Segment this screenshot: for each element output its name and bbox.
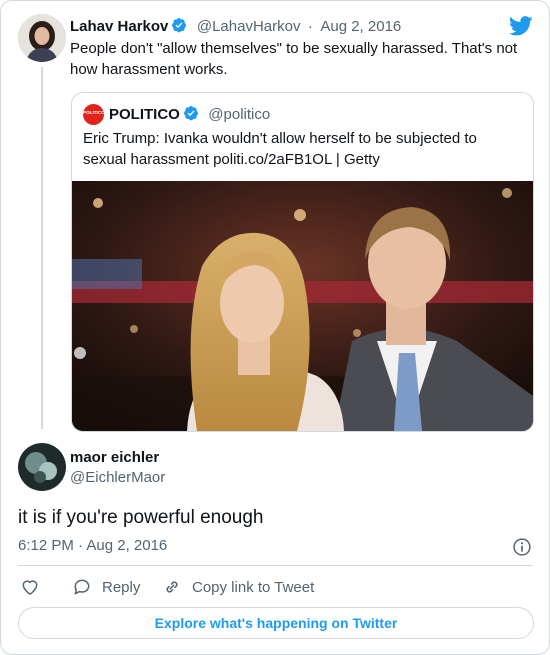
verified-badge-icon <box>183 106 198 121</box>
thread-connector <box>41 67 43 429</box>
twitter-bird-icon[interactable] <box>509 15 533 37</box>
reply-label: Reply <box>102 578 141 596</box>
heart-icon <box>22 580 38 595</box>
quoted-tweet-photo[interactable] <box>72 181 533 431</box>
author-handle[interactable]: @LahavHarkov <box>197 18 301 35</box>
tweet-embed-card: Lahav Harkov @LahavHarkov · Aug 2, 2016 … <box>0 0 550 655</box>
tweet-date[interactable]: Aug 2, 2016 <box>320 18 401 35</box>
quoted-header: POLITICO @politico <box>109 105 270 124</box>
reply-tweet-text: it is if you're powerful enough <box>18 507 264 528</box>
reply-author-handle[interactable]: @EichlerMaor <box>70 469 165 486</box>
quoted-tweet-text: Eric Trump: Ivanka wouldn't allow hersel… <box>83 130 477 168</box>
avatar[interactable] <box>18 14 66 62</box>
copy-link-action[interactable]: Copy link to Tweet <box>162 576 314 598</box>
quoted-author-name: POLITICO <box>109 106 180 123</box>
info-icon[interactable] <box>512 537 532 557</box>
reply-icon <box>74 579 90 595</box>
quoted-tweet[interactable]: POLITICO POLITICO @politico Eric Trump: … <box>71 92 534 432</box>
divider <box>18 565 533 566</box>
quoted-author-handle: @politico <box>208 106 271 123</box>
verified-badge-icon <box>172 18 187 33</box>
tweet-timestamp[interactable]: 6:12 PM · Aug 2, 2016 <box>18 537 167 554</box>
copy-link-label: Copy link to Tweet <box>192 578 315 596</box>
separator: · <box>307 18 313 35</box>
politico-logo: POLITICO <box>83 104 104 125</box>
parent-header: Lahav Harkov @LahavHarkov · Aug 2, 2016 <box>70 17 401 36</box>
tweet-text: People don't "allow themselves" to be se… <box>70 40 518 78</box>
reply-action[interactable]: Reply <box>72 576 140 598</box>
copy-link-icon <box>166 581 178 593</box>
explore-twitter-button[interactable]: Explore what's happening on Twitter <box>18 607 534 639</box>
reply-avatar-photo <box>18 443 66 491</box>
author-name[interactable]: Lahav Harkov <box>70 18 168 35</box>
reply-author-name[interactable]: maor eichler <box>70 449 159 466</box>
reply-avatar[interactable] <box>18 443 66 491</box>
like-action[interactable] <box>20 576 40 598</box>
avatar-photo <box>18 14 66 62</box>
